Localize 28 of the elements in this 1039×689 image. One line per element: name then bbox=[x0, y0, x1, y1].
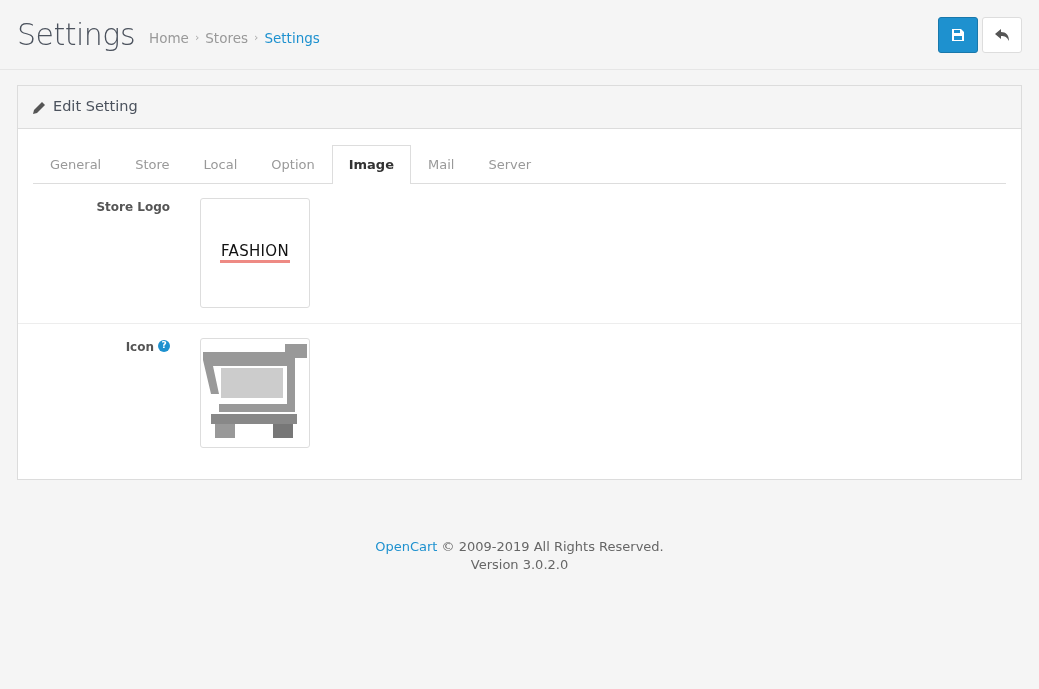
logo-text: FASHION bbox=[220, 243, 290, 263]
save-icon bbox=[952, 28, 964, 41]
pencil-icon bbox=[33, 100, 46, 114]
image-thumbnail[interactable] bbox=[200, 338, 310, 448]
tab[interactable]: Server bbox=[471, 145, 549, 184]
reply-arrow-icon bbox=[995, 28, 1009, 41]
panel-title: Edit Setting bbox=[53, 97, 138, 117]
copyright-text: OpenCart © 2009-2019 All Rights Reserved. bbox=[374, 538, 665, 556]
tab[interactable]: Option bbox=[254, 145, 332, 184]
tab[interactable]: Image bbox=[331, 145, 411, 184]
field-label: Store Logo bbox=[96, 199, 170, 216]
save-button[interactable] bbox=[938, 16, 978, 53]
breadcrumb-link[interactable]: Home bbox=[149, 28, 189, 49]
breadcrumb-link[interactable]: Stores bbox=[205, 28, 248, 49]
breadcrumb-link[interactable]: Settings bbox=[264, 28, 320, 49]
breadcrumb-separator: › bbox=[194, 30, 200, 47]
image-thumbnail[interactable]: FASHION bbox=[200, 198, 310, 308]
page-title: Settings bbox=[17, 16, 135, 53]
back-button[interactable] bbox=[982, 16, 1022, 53]
tab[interactable]: Local bbox=[186, 145, 255, 184]
opencart-link[interactable]: OpenCart bbox=[375, 539, 438, 554]
tab[interactable]: Mail bbox=[411, 145, 472, 184]
breadcrumb-separator: › bbox=[254, 30, 259, 47]
version-text: Version 3.0.2.0 bbox=[469, 556, 570, 574]
tab[interactable]: General bbox=[33, 145, 119, 184]
help-icon[interactable]: ? bbox=[158, 340, 170, 352]
tab[interactable]: Store bbox=[118, 145, 187, 184]
field-label: Icon bbox=[125, 339, 154, 356]
